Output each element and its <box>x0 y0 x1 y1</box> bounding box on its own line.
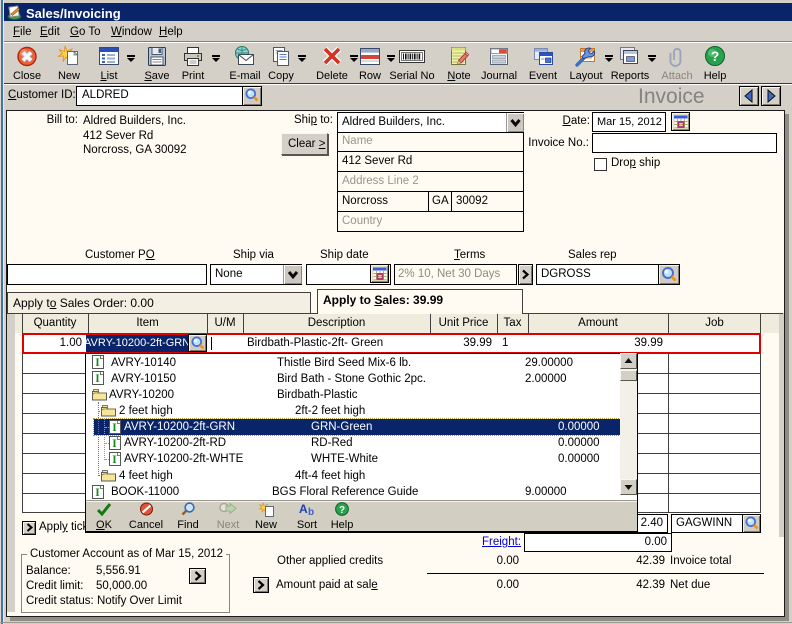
svg-text:I: I <box>95 373 100 385</box>
svg-text:I: I <box>112 422 117 434</box>
svg-text:I: I <box>95 487 100 499</box>
svg-text:I: I <box>112 438 117 450</box>
svg-text:I: I <box>95 357 100 369</box>
svg-text:I: I <box>112 454 117 466</box>
svg-text:A: A <box>299 502 308 516</box>
svg-text:?: ? <box>339 505 345 516</box>
svg-text:b: b <box>308 507 314 517</box>
svg-text:?: ? <box>711 48 720 64</box>
